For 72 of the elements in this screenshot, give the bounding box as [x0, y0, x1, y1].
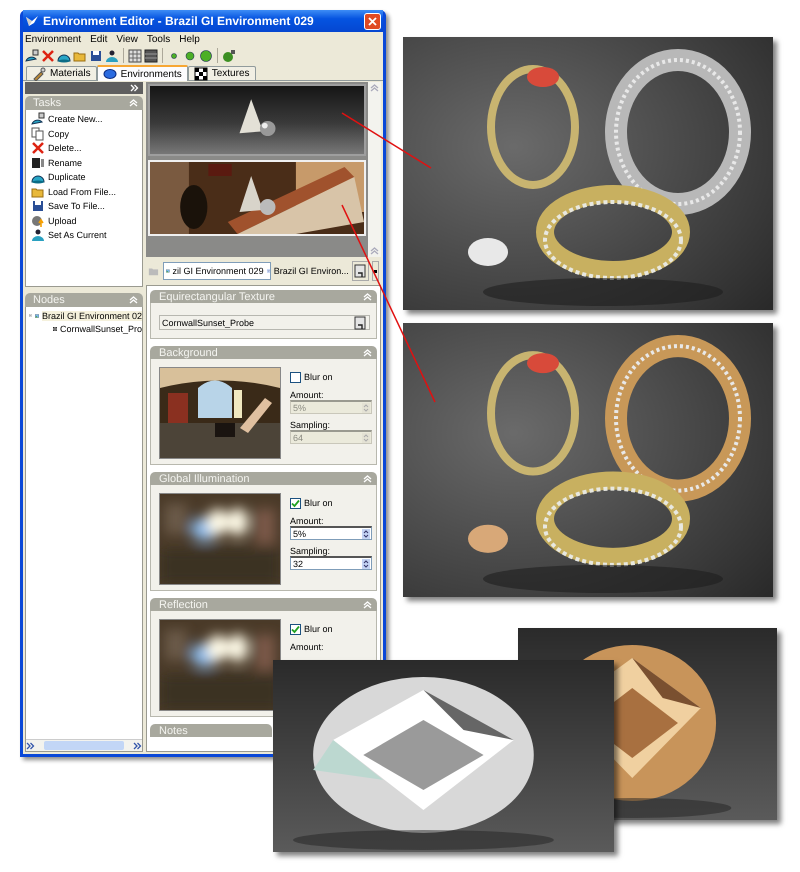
horizontal-scrollbar[interactable]: [26, 739, 142, 751]
task-link[interactable]: Duplicate: [48, 172, 86, 182]
set-current-icon[interactable]: [31, 228, 45, 242]
menu-item[interactable]: Environment: [25, 34, 82, 44]
medium-sphere-icon[interactable]: [183, 48, 197, 62]
spinner-icon[interactable]: [362, 558, 370, 568]
field-label: Amount:: [290, 390, 325, 400]
task-link[interactable]: Load From File...: [48, 186, 116, 197]
spin-field[interactable]: 32: [290, 556, 372, 570]
menu-item[interactable]: Help: [179, 34, 200, 44]
new-environment-icon[interactable]: [25, 48, 39, 62]
field-label: Amount:: [290, 642, 325, 652]
section-title: Global Illumination: [159, 472, 250, 484]
environment-dropdown[interactable]: zil GI Environment 029: [162, 262, 271, 280]
task-link[interactable]: Save To File...: [48, 201, 105, 212]
tree-item[interactable]: CornwallSunset_Pro: [60, 324, 142, 334]
task-link[interactable]: Copy: [48, 128, 70, 139]
checkbox-label: Blur on: [304, 372, 333, 382]
browse-icon[interactable]: [353, 264, 368, 278]
panel-title: Tasks: [33, 97, 62, 109]
large-sphere-icon[interactable]: [199, 48, 213, 62]
checkbox-label: Blur on: [304, 624, 333, 634]
close-button[interactable]: [364, 12, 381, 30]
environment-name: Brazil GI Environ...: [274, 266, 349, 276]
task-link[interactable]: Create New...: [48, 114, 103, 124]
tab[interactable]: Materials: [26, 66, 97, 80]
menu-item[interactable]: View: [116, 34, 138, 44]
menu-item[interactable]: Tools: [146, 34, 170, 44]
delete-icon[interactable]: [31, 141, 45, 156]
set-current-icon[interactable]: [105, 48, 119, 62]
section-title: Equirectangular Texture: [159, 290, 275, 302]
browse-button[interactable]: [352, 261, 369, 281]
window-title: Environment Editor - Brazil GI Environment 029: [43, 14, 315, 28]
save-icon[interactable]: [89, 48, 103, 62]
task-link[interactable]: Rename: [48, 158, 82, 168]
close-icon[interactable]: [368, 16, 377, 26]
section-title: Background: [159, 346, 218, 358]
dark-grid-icon[interactable]: [144, 48, 158, 62]
field-label: Amount:: [290, 516, 325, 526]
spin-field[interactable]: 5%: [290, 526, 372, 540]
rename-icon[interactable]: [31, 156, 45, 170]
task-link[interactable]: Upload: [48, 216, 77, 226]
delete-icon[interactable]: [41, 48, 55, 62]
tab[interactable]: Environments: [96, 65, 188, 81]
panel-title: Nodes: [33, 294, 65, 306]
checker-icon[interactable]: [194, 66, 208, 80]
checkbox[interactable]: [290, 624, 301, 634]
sphere-icon[interactable]: [102, 67, 117, 81]
brush-icon[interactable]: [32, 66, 46, 80]
checkbox[interactable]: [290, 498, 301, 508]
scroll-right-icon[interactable]: [133, 742, 142, 750]
tree-item[interactable]: Brazil GI Environment 02: [42, 310, 142, 320]
menu-item[interactable]: Edit: [90, 34, 108, 44]
tab[interactable]: Textures: [188, 66, 256, 80]
field-label: Sampling:: [290, 420, 332, 430]
texture-field[interactable]: CornwallSunset_Probe: [159, 315, 370, 330]
spinner-icon[interactable]: [362, 528, 370, 538]
field-label: Sampling:: [290, 546, 332, 556]
grid-icon[interactable]: [128, 48, 142, 62]
task-link[interactable]: Set As Current: [48, 230, 107, 240]
app-logo-icon[interactable]: [25, 14, 39, 28]
task-link[interactable]: Delete...: [48, 143, 82, 154]
copy-icon[interactable]: [31, 126, 45, 141]
expand-icon[interactable]: [130, 84, 139, 92]
section-title: Reflection: [159, 598, 208, 610]
new-environment-icon[interactable]: [31, 112, 45, 126]
checkbox-label: Blur on: [304, 498, 333, 508]
section-title: Notes: [159, 724, 188, 736]
ball-icon[interactable]: [222, 48, 236, 62]
browse-icon[interactable]: [353, 316, 367, 330]
upload-icon[interactable]: [31, 214, 45, 228]
save-icon[interactable]: [31, 199, 45, 214]
